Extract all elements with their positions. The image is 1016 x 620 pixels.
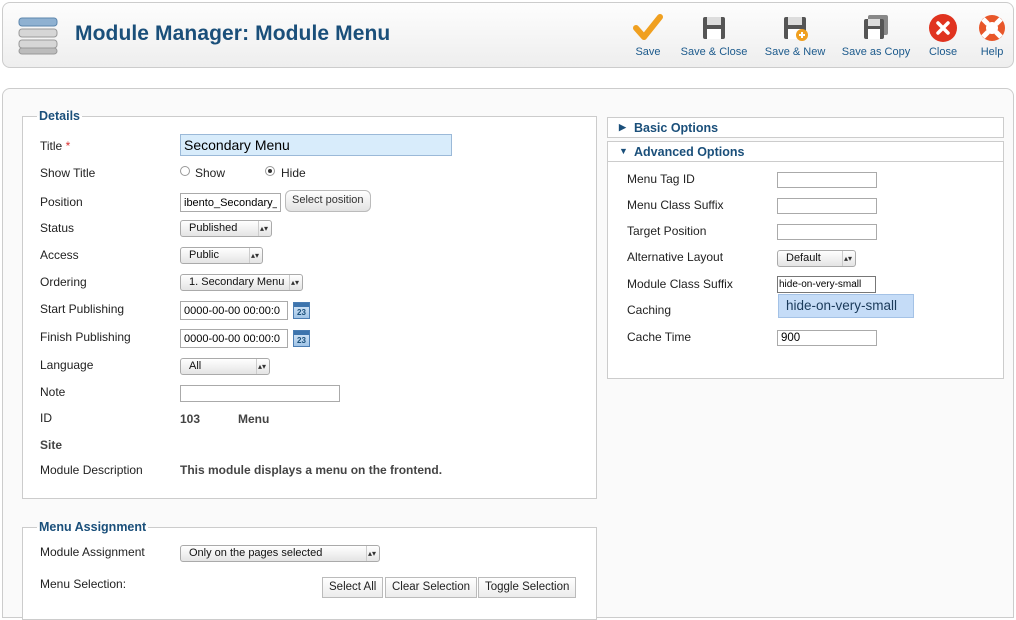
show-title-label: Show Title	[40, 166, 96, 180]
autocomplete-suggestion[interactable]: hide-on-very-small	[778, 294, 914, 318]
collapsed-triangle-icon: ▶	[619, 122, 626, 132]
language-label: Language	[40, 358, 94, 372]
status-label: Status	[40, 221, 75, 235]
select-arrows-icon: ▴▾	[366, 546, 377, 561]
target-position-label: Target Position	[627, 224, 707, 238]
position-label: Position	[40, 195, 83, 209]
expanded-triangle-icon: ▼	[619, 146, 628, 156]
language-select[interactable]: All ▴▾	[180, 358, 270, 375]
site-label: Site	[40, 438, 63, 452]
id-label: ID	[40, 411, 52, 425]
finish-publishing-label: Finish Publishing	[40, 330, 131, 344]
select-all-button[interactable]: Select All	[322, 577, 384, 598]
access-select[interactable]: Public ▴▾	[180, 247, 263, 264]
select-arrows-icon: ▴▾	[249, 248, 260, 263]
toolbar: Module Manager: Module Menu Save Save & …	[2, 2, 1014, 68]
page-title: Module Manager: Module Menu	[75, 22, 391, 45]
help-label: Help	[980, 46, 1004, 58]
basic-options-title: Basic Options	[634, 121, 719, 135]
save-copy-button[interactable]: Save as Copy	[839, 13, 913, 58]
cache-time-input[interactable]	[777, 330, 877, 346]
basic-options-header[interactable]: ▶ Basic Options	[607, 117, 1004, 138]
status-select[interactable]: Published ▴▾	[180, 220, 272, 237]
target-position-input[interactable]	[777, 224, 877, 240]
lifebuoy-icon	[977, 13, 1007, 43]
note-input[interactable]	[180, 385, 340, 402]
floppy-icon	[679, 13, 749, 43]
menu-tag-id-label: Menu Tag ID	[627, 172, 695, 186]
hide-option-label: Hide	[281, 166, 306, 180]
menu-assignment-fieldset: Menu Assignment	[22, 520, 597, 620]
select-arrows-icon: ▴▾	[256, 359, 267, 374]
save-label: Save	[635, 46, 661, 58]
checkmark-icon	[633, 13, 663, 43]
select-arrows-icon: ▴▾	[842, 251, 853, 266]
floppy-plus-icon	[763, 13, 827, 43]
menu-class-suffix-label: Menu Class Suffix	[627, 198, 724, 212]
clear-selection-button[interactable]: Clear Selection	[385, 577, 477, 598]
close-button[interactable]: Close	[927, 13, 959, 58]
save-copy-label: Save as Copy	[841, 46, 911, 58]
cache-time-label: Cache Time	[627, 330, 692, 344]
show-option-label: Show	[195, 166, 226, 180]
floppy-copy-icon	[839, 13, 913, 43]
ordering-label: Ordering	[40, 275, 87, 289]
menu-class-suffix-input[interactable]	[777, 198, 877, 214]
select-arrows-icon: ▴▾	[258, 221, 269, 236]
select-position-button[interactable]: Select position	[285, 190, 371, 212]
alternative-layout-label: Alternative Layout	[627, 250, 724, 264]
save-new-button[interactable]: Save & New	[763, 13, 827, 58]
module-class-suffix-label: Module Class Suffix	[627, 277, 733, 291]
save-close-button[interactable]: Save & Close	[679, 13, 749, 58]
required-marker: *	[65, 139, 71, 153]
details-legend: Details	[39, 109, 80, 123]
start-publishing-input[interactable]	[180, 301, 288, 320]
module-assignment-select[interactable]: Only on the pages selected ▴▾	[180, 545, 380, 562]
id-value: 103	[180, 412, 201, 426]
calendar-icon[interactable]: 23	[293, 330, 310, 347]
menu-tag-id-input[interactable]	[777, 172, 877, 188]
save-new-label: Save & New	[764, 46, 826, 58]
access-label: Access	[40, 248, 79, 262]
module-stack-icon	[17, 15, 59, 57]
save-close-label: Save & Close	[680, 46, 748, 58]
menu-assignment-legend: Menu Assignment	[39, 520, 147, 534]
caching-label: Caching	[627, 303, 672, 317]
close-icon	[927, 13, 959, 43]
module-description: This module displays a menu on the front…	[180, 463, 443, 477]
module-class-suffix-input[interactable]	[777, 276, 876, 293]
module-type: Menu	[238, 412, 270, 426]
hide-radio[interactable]	[265, 166, 275, 176]
position-input[interactable]	[180, 193, 281, 212]
select-arrows-icon: ▴▾	[289, 275, 300, 290]
note-label: Note	[40, 385, 66, 399]
help-button[interactable]: Help	[977, 13, 1007, 58]
save-button[interactable]: Save	[633, 13, 663, 58]
calendar-icon[interactable]: 23	[293, 302, 310, 319]
finish-publishing-input[interactable]	[180, 329, 288, 348]
title-input[interactable]	[180, 134, 452, 156]
show-radio[interactable]	[180, 166, 190, 176]
alternative-layout-select[interactable]: Default ▴▾	[777, 250, 856, 267]
menu-selection-label: Menu Selection:	[40, 577, 127, 591]
start-publishing-label: Start Publishing	[40, 302, 125, 316]
toggle-selection-button[interactable]: Toggle Selection	[478, 577, 577, 598]
advanced-options-header[interactable]: ▼ Advanced Options	[607, 141, 1004, 162]
close-label: Close	[928, 46, 958, 58]
ordering-select[interactable]: 1. Secondary Menu ▴▾	[180, 274, 303, 291]
module-description-label: Module Description	[40, 463, 143, 477]
advanced-options-title: Advanced Options	[634, 145, 745, 159]
module-assignment-label: Module Assignment	[40, 545, 145, 559]
title-label: Title *	[40, 139, 71, 153]
